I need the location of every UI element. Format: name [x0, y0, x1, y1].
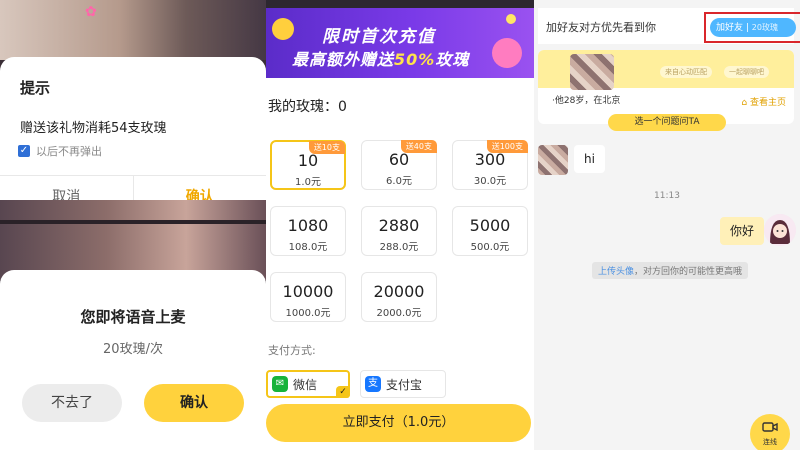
profile-info: ·他28岁，在北京 [552, 96, 621, 106]
upload-avatar-tip: 上传头像，对方回你的可能性更高哦 [592, 262, 749, 279]
rose-balance: 我的玫瑰：0 [268, 99, 347, 115]
package-option[interactable]: 送100支 300 30.0元 [452, 140, 528, 190]
package-price: 500.0元 [470, 242, 510, 253]
video-call-button[interactable]: 连线 [750, 414, 790, 450]
package-price: 1.0元 [295, 177, 321, 188]
decline-button[interactable]: 不去了 [22, 384, 122, 422]
package-option[interactable]: 20000 2000.0元 [361, 272, 437, 322]
package-option[interactable]: 送10支 10 1.0元 [270, 140, 346, 190]
add-friend-cost: 20玫瑰 [751, 23, 778, 32]
profile-card[interactable]: 来自心动匹配 一起聊聊吧 ·他28岁，在北京 ⌂ 查看主页 [538, 50, 794, 124]
package-amount: 10 [297, 151, 319, 170]
chat-message-received: hi [574, 145, 605, 173]
package-price: 288.0元 [379, 242, 419, 253]
add-friend-header: 加好友对方优先看到你 加好友 | 20玫瑰 [538, 8, 800, 44]
banner-subline-suffix: 玫瑰 [435, 50, 470, 69]
payment-option-alipay[interactable]: 支 支付宝 [360, 370, 446, 398]
chat-message-sent: 你好 [720, 217, 765, 245]
wechat-icon: ✉ [272, 376, 288, 392]
recharge-panel: 限时首次充值 最高额外赠送50%玫瑰 我的玫瑰：0 送10支 10 1.0元 送… [266, 0, 534, 450]
chat-prompt-tag: 一起聊聊吧 [724, 66, 769, 78]
payment-option-label: 微信 [293, 377, 318, 392]
pay-now-button[interactable]: 立即支付（1.0元） [266, 404, 531, 442]
package-amount: 20000 [373, 282, 425, 301]
home-icon: ⌂ [741, 98, 748, 108]
left-panel: ✿ 提示 赠送该礼物消耗54支玫瑰 ✓ 以后不再弹出 取消 确认 您即将语音上麦… [0, 0, 266, 450]
dont-show-again-row[interactable]: ✓ 以后不再弹出 [18, 143, 102, 159]
package-amount: 2880 [378, 216, 420, 235]
voice-mic-dialog: 您即将语音上麦 20玫瑰/次 不去了 确认 [0, 270, 266, 450]
package-price: 108.0元 [288, 242, 328, 253]
chat-timestamp: 11:13 [654, 191, 680, 201]
coin-decoration-icon [272, 18, 294, 40]
package-option[interactable]: 送40支 60 6.0元 [361, 140, 437, 190]
add-friend-label: 加好友 [716, 23, 744, 33]
voice-dialog-title: 您即将语音上麦 [80, 308, 186, 326]
background-divider [0, 220, 266, 224]
promo-banner[interactable]: 限时首次充值 最高额外赠送50%玫瑰 [266, 8, 534, 78]
upload-avatar-link[interactable]: 上传头像 [598, 267, 634, 277]
accept-button[interactable]: 确认 [144, 384, 244, 422]
payment-method-label: 支付方式: [268, 344, 316, 357]
crown-sticker-icon: ✿ [85, 4, 97, 20]
view-profile-link[interactable]: ⌂ 查看主页 [741, 95, 786, 108]
video-call-label: 连线 [763, 438, 777, 446]
alipay-icon: 支 [365, 376, 381, 392]
add-friend-button[interactable]: 加好友 | 20玫瑰 [710, 18, 796, 37]
payment-option-wechat[interactable]: ✉ 微信 ✓ [266, 370, 350, 398]
package-amount: 1080 [287, 216, 329, 235]
voice-dialog-price: 20玫瑰/次 [103, 342, 163, 357]
dialog-title: 提示 [20, 79, 51, 97]
checkbox-checked-icon[interactable]: ✓ [18, 145, 30, 157]
package-price: 30.0元 [473, 176, 507, 187]
package-option[interactable]: 2880 288.0元 [361, 206, 437, 256]
ask-question-button[interactable]: 选一个问题问TA [608, 114, 726, 131]
banner-headline: 限时首次充值 [322, 27, 436, 47]
upload-avatar-tip-text: ，对方回你的可能性更高哦 [634, 267, 743, 277]
package-amount: 5000 [469, 216, 511, 235]
gift-confirm-dialog: 提示 赠送该礼物消耗54支玫瑰 ✓ 以后不再弹出 取消 确认 [0, 57, 266, 218]
package-option[interactable]: 1080 108.0元 [270, 206, 346, 256]
banner-subline-prefix: 最高额外赠送 [292, 50, 395, 69]
package-option[interactable]: 5000 500.0元 [452, 206, 528, 256]
header-hint: 加好友对方优先看到你 [546, 21, 656, 34]
my-avatar[interactable] [764, 214, 796, 246]
package-price: 6.0元 [386, 176, 412, 187]
view-profile-label: 查看主页 [749, 98, 786, 108]
profile-photo [570, 54, 614, 90]
package-amount: 60 [388, 150, 410, 169]
sparkle-decoration-icon [506, 14, 516, 24]
top-strip [266, 0, 534, 8]
package-price: 1000.0元 [285, 308, 331, 319]
payment-option-label: 支付宝 [386, 377, 423, 392]
package-price: 2000.0元 [376, 308, 422, 319]
avatar-illustration-icon [764, 214, 796, 246]
video-camera-icon [762, 422, 778, 432]
package-amount: 10000 [282, 282, 334, 301]
selected-check-icon: ✓ [336, 386, 350, 398]
chat-panel: 加好友对方优先看到你 加好友 | 20玫瑰 来自心动匹配 一起聊聊吧 ·他28岁… [534, 0, 800, 450]
checkbox-label: 以后不再弹出 [36, 145, 102, 158]
dialog-message: 赠送该礼物消耗54支玫瑰 [20, 121, 167, 136]
highlight-box: 加好友 | 20玫瑰 [704, 12, 800, 43]
background-video-middle [0, 200, 266, 280]
banner-subline: 最高额外赠送50%玫瑰 [292, 46, 469, 70]
background-video-top: ✿ [0, 0, 266, 60]
package-amount: 300 [474, 150, 506, 169]
banner-percent: 50% [394, 50, 436, 69]
gift-decoration-icon [492, 38, 522, 68]
other-user-avatar[interactable] [538, 145, 568, 175]
package-option[interactable]: 10000 1000.0元 [270, 272, 346, 322]
match-source-tag: 来自心动匹配 [660, 66, 712, 78]
